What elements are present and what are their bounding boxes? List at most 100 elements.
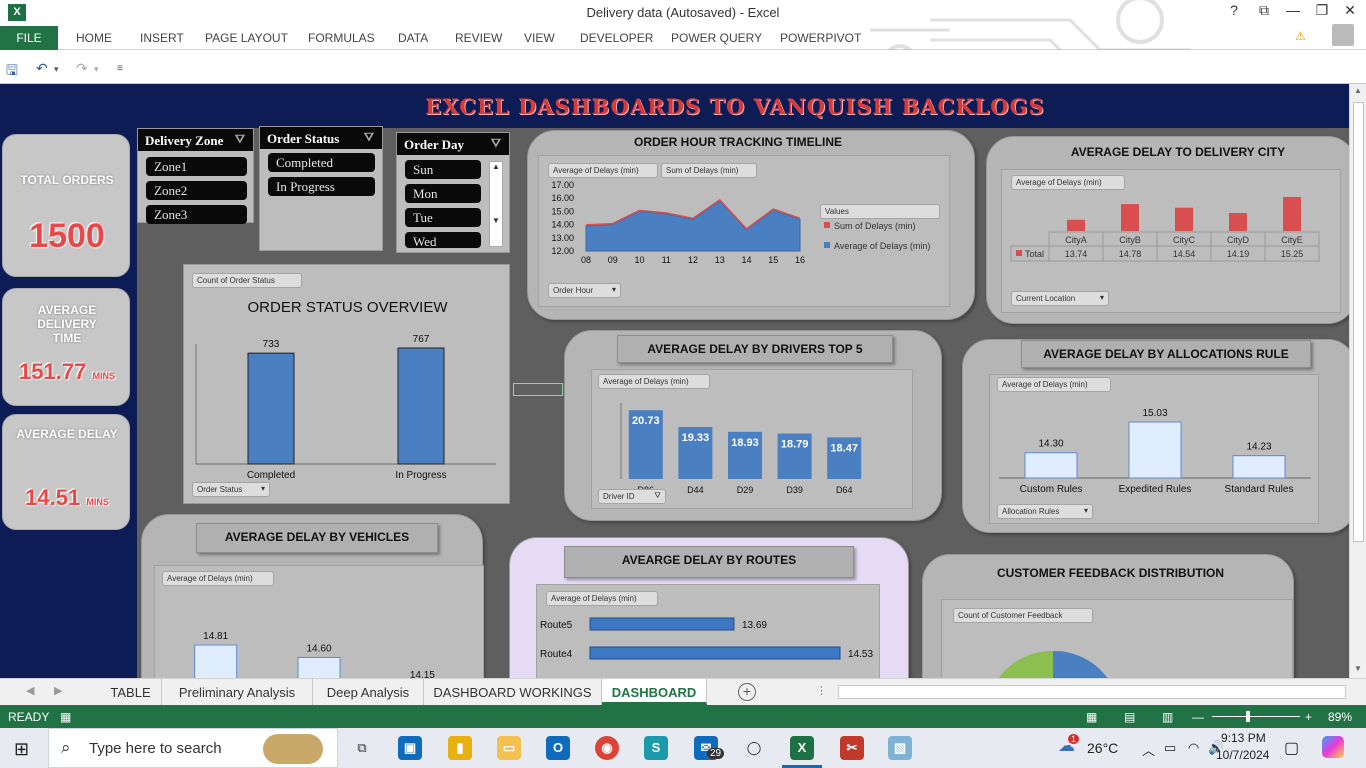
slicer-item-tue[interactable]: Tue xyxy=(405,208,481,227)
tab-power-query[interactable]: POWER QUERY xyxy=(671,31,762,45)
undo-dropdown-icon[interactable]: ▾ xyxy=(54,64,59,75)
redo-icon[interactable]: ↷ xyxy=(76,60,88,77)
close-button[interactable]: ✕ xyxy=(1336,2,1364,19)
tab-data[interactable]: DATA xyxy=(398,31,428,45)
scroll-up-icon[interactable]: ▲ xyxy=(1354,86,1362,95)
wifi-icon[interactable]: ◠ xyxy=(1188,740,1199,756)
tab-formulas[interactable]: FORMULAS xyxy=(308,31,375,45)
slicer-item-zone2[interactable]: Zone2 xyxy=(146,181,247,200)
help-icon[interactable]: ? xyxy=(1220,2,1248,18)
field-button[interactable]: Average of Delays (min) xyxy=(548,163,658,178)
restore-button[interactable]: ❐ xyxy=(1308,2,1336,19)
battery-icon[interactable]: ▭ xyxy=(1164,740,1176,756)
save-icon[interactable]: 🖫 xyxy=(6,60,18,84)
tabs-split-handle[interactable]: ⋮ xyxy=(816,684,827,697)
tab-insert[interactable]: INSERT xyxy=(140,31,184,45)
horizontal-scrollbar[interactable] xyxy=(838,685,1346,699)
slicer-scrollbar[interactable]: ▲ ▼ xyxy=(489,161,503,247)
zoom-in-icon[interactable]: + xyxy=(1305,710,1312,724)
next-sheet-icon[interactable]: ▶ xyxy=(54,684,62,697)
axis-field-button[interactable]: Current Location ▾ xyxy=(1011,291,1109,306)
data-label: 14.54 xyxy=(1173,249,1196,259)
field-button[interactable]: Count of Customer Feedback xyxy=(953,608,1093,623)
normal-view-icon[interactable]: ▦ xyxy=(1086,710,1097,724)
axis-field-button[interactable]: Allocation Rules ▾ xyxy=(997,504,1093,519)
task-view-icon[interactable]: ⧉ xyxy=(350,736,374,760)
zoom-slider[interactable] xyxy=(1212,716,1300,717)
sheet-tab-preliminary-analysis[interactable]: Preliminary Analysis xyxy=(162,679,313,705)
slicer-item-zone1[interactable]: Zone1 xyxy=(146,157,247,176)
store-icon[interactable]: ▣ xyxy=(398,736,422,760)
clear-filter-icon[interactable]: ⛛ xyxy=(364,130,374,145)
app-s-icon[interactable]: S xyxy=(644,736,668,760)
slicer-item-mon[interactable]: Mon xyxy=(405,184,481,203)
clock-time[interactable]: 9:13 PM xyxy=(1221,731,1266,745)
clear-filter-icon[interactable]: ⛛ xyxy=(491,136,501,151)
file-tab[interactable]: FILE xyxy=(0,26,58,50)
field-button[interactable]: Average of Delays (min) xyxy=(997,377,1111,392)
minimize-button[interactable]: — xyxy=(1279,2,1307,18)
page-break-view-icon[interactable]: ▥ xyxy=(1162,710,1173,724)
power-bi-icon[interactable]: ▮ xyxy=(448,736,472,760)
tab-review[interactable]: REVIEW xyxy=(455,31,502,45)
sheet-tab-dashboard[interactable]: DASHBOARD xyxy=(602,679,707,705)
show-hidden-icons-icon[interactable]: ︿ xyxy=(1142,740,1155,759)
axis-field-button[interactable]: Order Status ▾ xyxy=(192,482,270,497)
sheet-tab-table[interactable]: TABLE xyxy=(100,679,162,705)
ring-app-icon[interactable]: ◯ xyxy=(742,736,766,760)
axis-field-button[interactable]: Driver ID ⛛ xyxy=(598,489,666,504)
axis-field-button[interactable]: Order Hour ▾ xyxy=(548,283,621,298)
zoom-level[interactable]: 89% xyxy=(1328,710,1352,724)
file-explorer-icon[interactable]: ▭ xyxy=(497,736,521,760)
user-avatar-icon[interactable] xyxy=(1332,24,1354,46)
selected-cell[interactable] xyxy=(513,383,563,396)
category-label: CityA xyxy=(1065,235,1087,245)
tab-home[interactable]: HOME xyxy=(76,31,112,45)
field-button[interactable]: Average of Delays (min) xyxy=(598,374,710,389)
notifications-icon[interactable]: ▢ xyxy=(1284,738,1299,758)
prev-sheet-icon[interactable]: ◀ xyxy=(26,684,34,697)
chrome-icon[interactable]: ◉ xyxy=(595,736,619,760)
field-button[interactable]: Average of Delays (min) xyxy=(162,571,274,586)
notes-icon[interactable]: ▧ xyxy=(888,736,912,760)
vertical-scrollbar[interactable]: ▲ ▼ xyxy=(1349,84,1366,678)
macro-record-icon[interactable]: ▦ xyxy=(60,710,71,724)
zoom-out-icon[interactable]: — xyxy=(1192,710,1204,724)
excel-taskbar-icon[interactable]: X xyxy=(790,736,814,760)
sheet-tab-deep-analysis[interactable]: Deep Analysis xyxy=(313,679,424,705)
add-sheet-icon[interactable]: + xyxy=(738,683,756,701)
field-button[interactable]: Average of Delays (min) xyxy=(1011,175,1125,190)
slicer-item-completed[interactable]: Completed xyxy=(268,153,375,172)
tab-developer[interactable]: DEVELOPER xyxy=(580,31,653,45)
zoom-slider-handle[interactable] xyxy=(1246,711,1250,722)
scroll-down-icon[interactable]: ▼ xyxy=(1354,664,1362,673)
temperature[interactable]: 26°C xyxy=(1087,740,1118,756)
field-button[interactable]: Average of Delays (min) xyxy=(546,591,658,606)
snip-tool-icon[interactable]: ✂ xyxy=(840,736,864,760)
search-highlight-image[interactable] xyxy=(263,734,323,764)
clear-filter-icon[interactable]: ⛛ xyxy=(235,132,245,147)
tab-powerpivot[interactable]: POWERPIVOT xyxy=(780,31,861,45)
customize-qat-icon[interactable]: ≡ xyxy=(117,63,123,74)
ribbon-display-options-icon[interactable]: ⧉ xyxy=(1250,2,1278,19)
field-button[interactable]: Sum of Delays (min) xyxy=(661,163,757,178)
outlook-icon[interactable]: O xyxy=(546,736,570,760)
sheet-tab-dashboard-workings[interactable]: DASHBOARD WORKINGS xyxy=(424,679,602,705)
clock-date[interactable]: 10/7/2024 xyxy=(1216,748,1269,762)
tab-page-layout[interactable]: PAGE LAYOUT xyxy=(205,31,288,45)
undo-icon[interactable]: ↶ xyxy=(36,60,48,77)
tab-view[interactable]: VIEW xyxy=(524,31,555,45)
slicer-item-in-progress[interactable]: In Progress xyxy=(268,177,375,196)
category-label: CityC xyxy=(1173,235,1195,245)
warning-icon[interactable]: ⚠ xyxy=(1295,29,1306,43)
taskbar-search[interactable]: ⌕ Type here to search xyxy=(48,728,338,768)
redo-dropdown-icon[interactable]: ▾ xyxy=(94,64,99,75)
slicer-item-wed[interactable]: Wed xyxy=(405,232,481,248)
field-button[interactable]: Count of Order Status xyxy=(192,273,302,288)
scrollbar-thumb[interactable] xyxy=(1353,102,1364,542)
slicer-item-sun[interactable]: Sun xyxy=(405,160,481,179)
slicer-item-zone3[interactable]: Zone3 xyxy=(146,205,247,224)
windows-start-icon[interactable]: ⊞ xyxy=(14,739,29,760)
page-layout-view-icon[interactable]: ▤ xyxy=(1124,710,1135,724)
copilot-icon[interactable] xyxy=(1322,736,1344,758)
